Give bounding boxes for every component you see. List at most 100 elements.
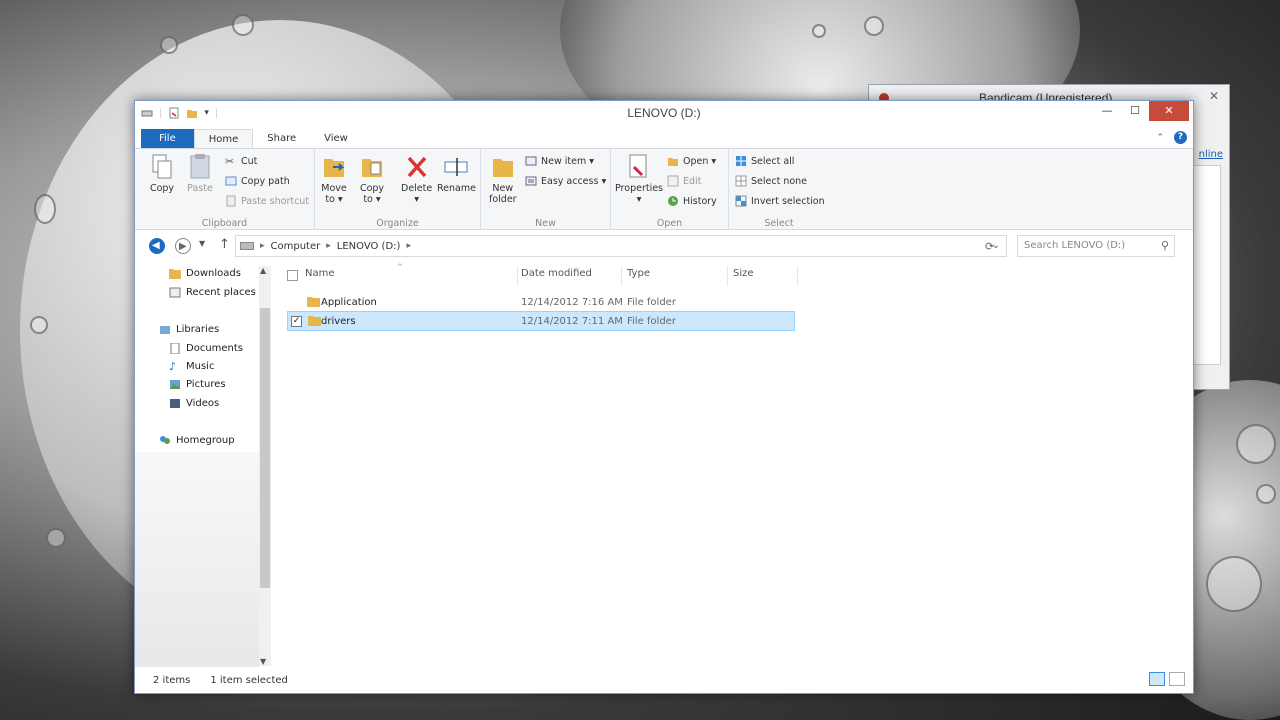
tab-home[interactable]: Home bbox=[193, 129, 254, 149]
new-label: New bbox=[535, 218, 556, 229]
organize-group: Move to ▾ Copy to ▾ Delete ▾ Rename Orga… bbox=[315, 149, 481, 231]
file-date: 12/14/2012 7:11 AM bbox=[521, 315, 623, 327]
recent-locations-icon[interactable]: ▼ bbox=[199, 239, 205, 248]
clipboard-label: Clipboard bbox=[201, 218, 248, 229]
title-bar: | ▾ | LENOVO (D:) — ☐ ✕ bbox=[135, 101, 1193, 127]
invert-selection-button[interactable]: Invert selection bbox=[735, 195, 825, 207]
column-date-modified[interactable]: Date modified bbox=[521, 268, 592, 279]
back-button[interactable]: ◀ bbox=[149, 238, 165, 254]
organize-label: Organize bbox=[376, 218, 419, 229]
delete-button[interactable]: Delete ▾ bbox=[401, 153, 432, 205]
nav-item-recent-places[interactable]: Recent places bbox=[169, 287, 256, 298]
table-row[interactable]: ✓ drivers 12/14/2012 7:11 AM File folder bbox=[287, 311, 795, 331]
select-group: Select all Select none Invert selection … bbox=[729, 149, 829, 231]
scroll-down-icon[interactable]: ▼ bbox=[260, 657, 266, 666]
move-to-button[interactable]: Move to ▾ bbox=[321, 153, 347, 205]
cut-button[interactable]: ✂ Cut bbox=[225, 155, 257, 168]
folder-icon bbox=[308, 316, 321, 326]
paste-shortcut-button[interactable]: Paste shortcut bbox=[225, 195, 309, 207]
refresh-icon[interactable]: ⟳ bbox=[985, 240, 994, 253]
address-bar[interactable]: ▸ Computer ▸ LENOVO (D:) ▸ ⌄ bbox=[235, 235, 1007, 257]
ribbon-help-controls: ⌃ ? bbox=[1156, 131, 1187, 144]
tab-share[interactable]: Share bbox=[253, 129, 310, 149]
ribbon: Copy Paste ✂ Cut Copy path Paste shortcu… bbox=[135, 148, 1193, 231]
breadcrumb-separator-icon[interactable]: ▸ bbox=[260, 241, 265, 251]
copy-icon bbox=[152, 154, 172, 179]
paste-button[interactable]: Paste bbox=[187, 153, 213, 194]
nav-scroll-thumb[interactable] bbox=[260, 308, 270, 588]
breadcrumb-computer[interactable]: Computer bbox=[271, 241, 321, 252]
details-view-icon[interactable] bbox=[1149, 672, 1165, 686]
select-none-button[interactable]: Select none bbox=[735, 175, 807, 187]
tab-file[interactable]: File bbox=[141, 129, 194, 149]
address-row: ◀ ▶ ▼ ↑ ▸ Computer ▸ LENOVO (D:) ▸ ⌄ ⟳ S… bbox=[135, 230, 1193, 262]
table-row[interactable]: Application 12/14/2012 7:16 AM File fold… bbox=[287, 292, 795, 312]
column-name[interactable]: Name bbox=[305, 268, 335, 279]
search-icon[interactable]: ⚲ bbox=[1161, 239, 1169, 252]
maximize-button[interactable]: ☐ bbox=[1121, 101, 1149, 121]
column-type[interactable]: Type bbox=[627, 268, 650, 279]
select-none-icon bbox=[735, 175, 747, 187]
large-icons-view-icon[interactable] bbox=[1169, 672, 1185, 686]
new-item-button[interactable]: New item ▾ bbox=[525, 155, 594, 167]
close-button[interactable]: ✕ bbox=[1149, 101, 1189, 121]
documents-icon bbox=[170, 343, 180, 354]
history-button[interactable]: History bbox=[667, 195, 717, 207]
help-icon[interactable]: ? bbox=[1174, 131, 1187, 144]
nav-scrollbar[interactable]: ▲ ▼ bbox=[259, 266, 271, 666]
select-all-icon bbox=[736, 156, 746, 166]
properties-button[interactable]: Properties ▾ bbox=[615, 153, 663, 205]
nav-pane-blurred-area bbox=[135, 452, 259, 667]
rename-button[interactable]: Rename bbox=[437, 153, 476, 194]
forward-button[interactable]: ▶ bbox=[175, 238, 191, 254]
open-group: Properties ▾ Open ▾ Edit History Open bbox=[611, 149, 729, 231]
nav-item-documents[interactable]: Documents bbox=[169, 343, 243, 354]
copy-to-button[interactable]: Copy to ▾ bbox=[359, 153, 385, 205]
bandicam-close-button[interactable]: ✕ bbox=[1209, 89, 1219, 103]
new-folder-button[interactable]: New folder bbox=[489, 153, 517, 205]
row-checkbox[interactable]: ✓ bbox=[291, 315, 302, 327]
tab-view[interactable]: View bbox=[310, 129, 362, 149]
file-name: Application bbox=[321, 296, 377, 308]
up-arrow-icon[interactable]: ↑ bbox=[219, 237, 230, 252]
bandicam-panel bbox=[1193, 165, 1221, 365]
pictures-icon bbox=[170, 380, 180, 389]
select-all-checkbox[interactable] bbox=[287, 270, 298, 281]
nav-item-videos[interactable]: Videos bbox=[169, 398, 219, 409]
open-icon bbox=[668, 158, 678, 166]
scroll-up-icon[interactable]: ▲ bbox=[260, 266, 266, 275]
nav-item-libraries[interactable]: Libraries bbox=[159, 324, 219, 335]
select-all-button[interactable]: Select all bbox=[735, 155, 794, 167]
copy-button[interactable]: Copy bbox=[149, 153, 175, 194]
breadcrumb-drive[interactable]: LENOVO (D:) bbox=[337, 241, 401, 252]
rename-icon bbox=[444, 158, 468, 176]
open-button[interactable]: Open ▾ bbox=[667, 155, 716, 167]
nav-item-downloads[interactable]: Downloads bbox=[169, 268, 241, 279]
row-checkbox[interactable] bbox=[290, 297, 301, 308]
paste-shortcut-icon bbox=[226, 195, 236, 207]
new-folder-large-icon bbox=[492, 159, 513, 177]
breadcrumb-separator-icon[interactable]: ▸ bbox=[326, 241, 331, 251]
drive-icon bbox=[240, 242, 254, 250]
file-type: File folder bbox=[627, 315, 676, 327]
search-input[interactable]: Search LENOVO (D:) ⚲ bbox=[1017, 235, 1175, 257]
column-size[interactable]: Size bbox=[733, 268, 754, 279]
delete-icon bbox=[407, 156, 426, 178]
bandicam-link[interactable]: nline bbox=[1199, 149, 1223, 160]
paste-icon bbox=[190, 154, 210, 179]
folder-icon bbox=[307, 297, 320, 307]
minimize-button[interactable]: — bbox=[1093, 101, 1121, 121]
easy-access-button[interactable]: Easy access ▾ bbox=[525, 175, 606, 187]
new-item-icon bbox=[525, 156, 537, 166]
properties-large-icon bbox=[629, 154, 647, 178]
breadcrumb-separator-icon[interactable]: ▸ bbox=[406, 241, 411, 251]
copy-path-button[interactable]: Copy path bbox=[225, 175, 290, 187]
nav-item-pictures[interactable]: Pictures bbox=[169, 379, 226, 390]
collapse-ribbon-icon[interactable]: ⌃ bbox=[1156, 133, 1164, 143]
back-arrow-icon: ◀ bbox=[152, 240, 160, 251]
nav-item-music[interactable]: ♪ Music bbox=[169, 361, 214, 372]
videos-icon bbox=[170, 399, 180, 408]
ribbon-tabs: File Home Share View bbox=[141, 127, 362, 149]
nav-item-homegroup[interactable]: Homegroup bbox=[159, 435, 235, 446]
edit-button[interactable]: Edit bbox=[667, 175, 701, 187]
